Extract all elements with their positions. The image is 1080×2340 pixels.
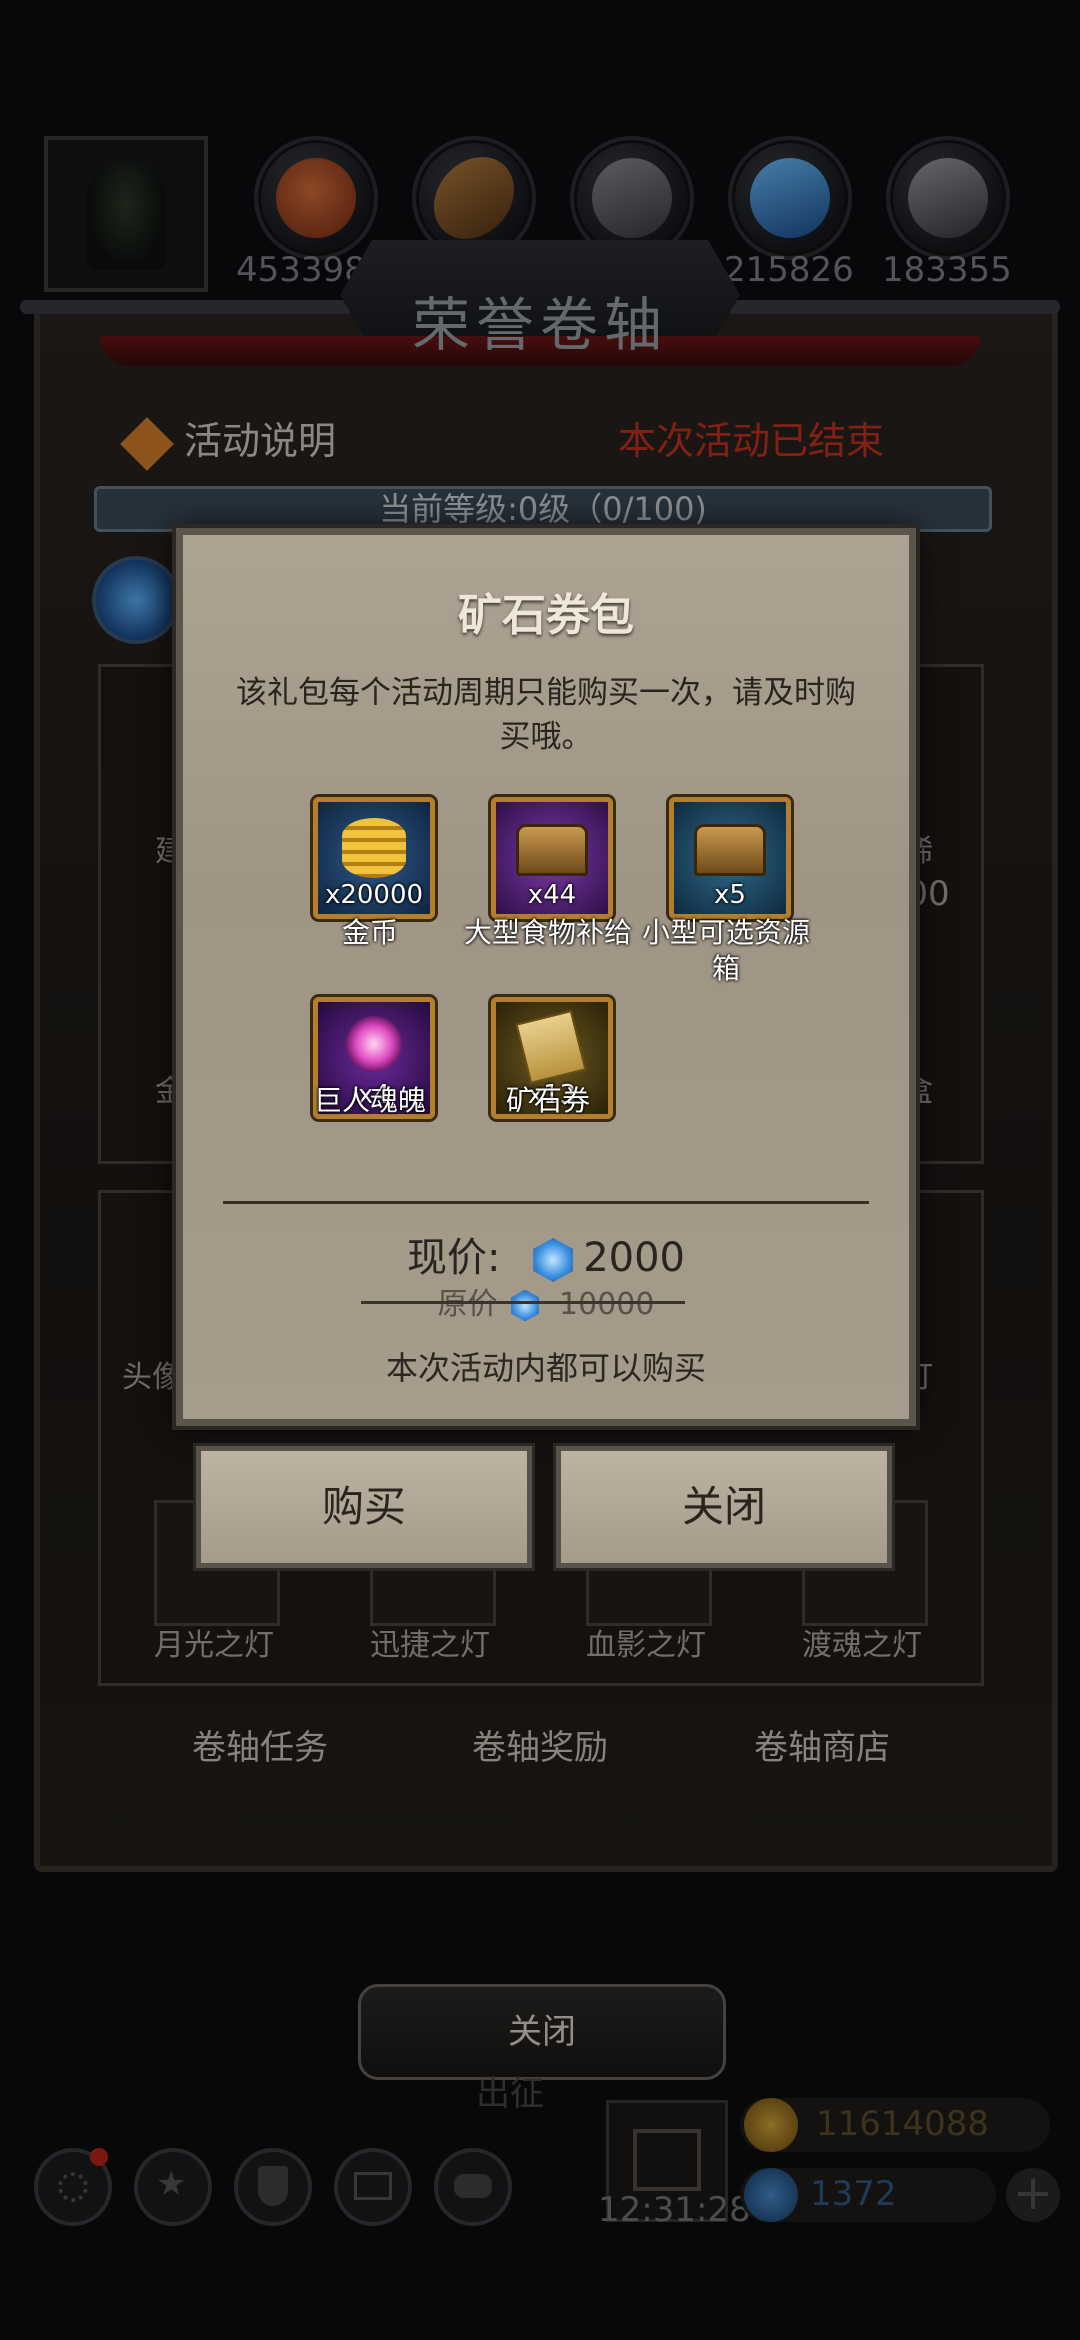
item-name: 巨人魂魄 — [313, 1084, 426, 1117]
ore-ticket-pack-dialog: 矿石券包 该礼包每个活动周期只能购买一次，请及时购买哦。 x20000 金币 x… — [176, 528, 916, 1426]
item-large-food-supply[interactable]: x44 — [491, 797, 613, 919]
strikethrough-line — [361, 1301, 685, 1304]
item-qty: x20000 — [324, 880, 424, 910]
purchase-note: 本次活动内都可以购买 — [385, 1349, 706, 1387]
current-price: 现价: 2000 — [183, 1225, 909, 1283]
current-price-label: 现价: — [407, 1235, 501, 1281]
item-name: 金币 — [341, 916, 398, 949]
original-price-label: 原价 — [437, 1287, 498, 1322]
current-price-value: 2000 — [583, 1235, 685, 1281]
item-small-resource-chest[interactable]: x5 — [669, 797, 791, 919]
food-chest-icon — [516, 824, 588, 876]
dialog-close-button[interactable]: 关闭 — [556, 1446, 892, 1568]
item-qty: x44 — [527, 880, 577, 910]
giant-soul-icon — [346, 1016, 402, 1072]
dialog-title: 矿石券包 — [458, 590, 634, 641]
gold-coins-icon — [342, 818, 406, 878]
item-name: 大型食物补给 — [463, 916, 632, 949]
item-name: 矿石券 — [505, 1084, 590, 1117]
dialog-description: 该礼包每个活动周期只能购买一次，请及时购买哦。 — [236, 675, 856, 755]
item-gold-coins[interactable]: x20000 — [313, 797, 435, 919]
item-name: 小型可选资源箱 — [641, 916, 810, 985]
ore-ticket-icon — [515, 1009, 587, 1085]
resource-chest-icon — [694, 824, 766, 876]
gem-icon — [533, 1238, 574, 1282]
item-qty: x5 — [714, 880, 746, 910]
gem-icon — [511, 1289, 540, 1322]
dialog-divider — [223, 1201, 869, 1204]
original-price-value: 10000 — [559, 1287, 655, 1322]
buy-button[interactable]: 购买 — [196, 1446, 532, 1568]
